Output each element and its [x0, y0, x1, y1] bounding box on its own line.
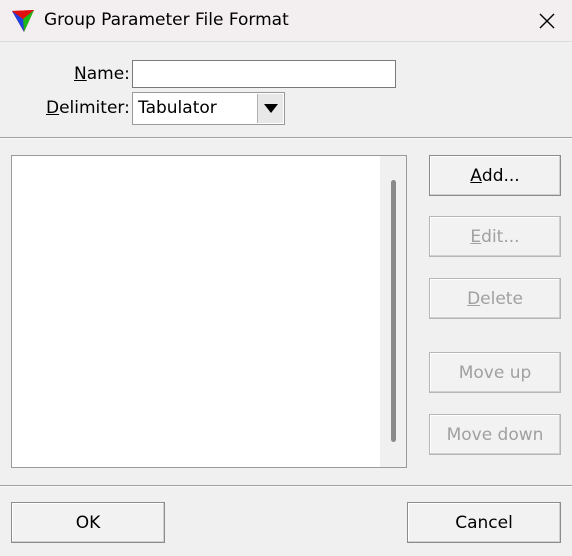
- move-up-button[interactable]: Move up: [429, 352, 561, 393]
- chevron-down-icon: [263, 104, 278, 113]
- separator: [0, 485, 572, 487]
- close-icon: [539, 13, 555, 29]
- add-button[interactable]: Add...: [429, 155, 561, 196]
- dropdown-button[interactable]: [257, 94, 283, 123]
- window-title: Group Parameter File Format: [44, 10, 289, 30]
- separator: [0, 137, 572, 139]
- move-down-button[interactable]: Move down: [429, 414, 561, 455]
- delimiter-select[interactable]: Tabulator: [132, 92, 285, 125]
- close-button[interactable]: [522, 0, 572, 42]
- name-input[interactable]: [132, 60, 396, 88]
- format-list[interactable]: [11, 155, 407, 468]
- ok-button[interactable]: OK: [11, 502, 165, 543]
- cancel-button[interactable]: Cancel: [407, 502, 561, 543]
- delimiter-label: Delimiter:: [46, 98, 130, 118]
- title-bar: Group Parameter File Format: [0, 0, 572, 42]
- app-logo-icon: [12, 10, 34, 32]
- delete-button[interactable]: Delete: [429, 278, 561, 319]
- dialog-body: Name: Delimiter: Tabulator Add... Edit..…: [0, 42, 572, 556]
- vertical-scrollbar[interactable]: [380, 156, 406, 467]
- edit-button[interactable]: Edit...: [429, 216, 561, 257]
- delimiter-value: Tabulator: [138, 98, 217, 118]
- name-label: Name:: [74, 64, 130, 84]
- scrollbar-thumb[interactable]: [391, 180, 396, 442]
